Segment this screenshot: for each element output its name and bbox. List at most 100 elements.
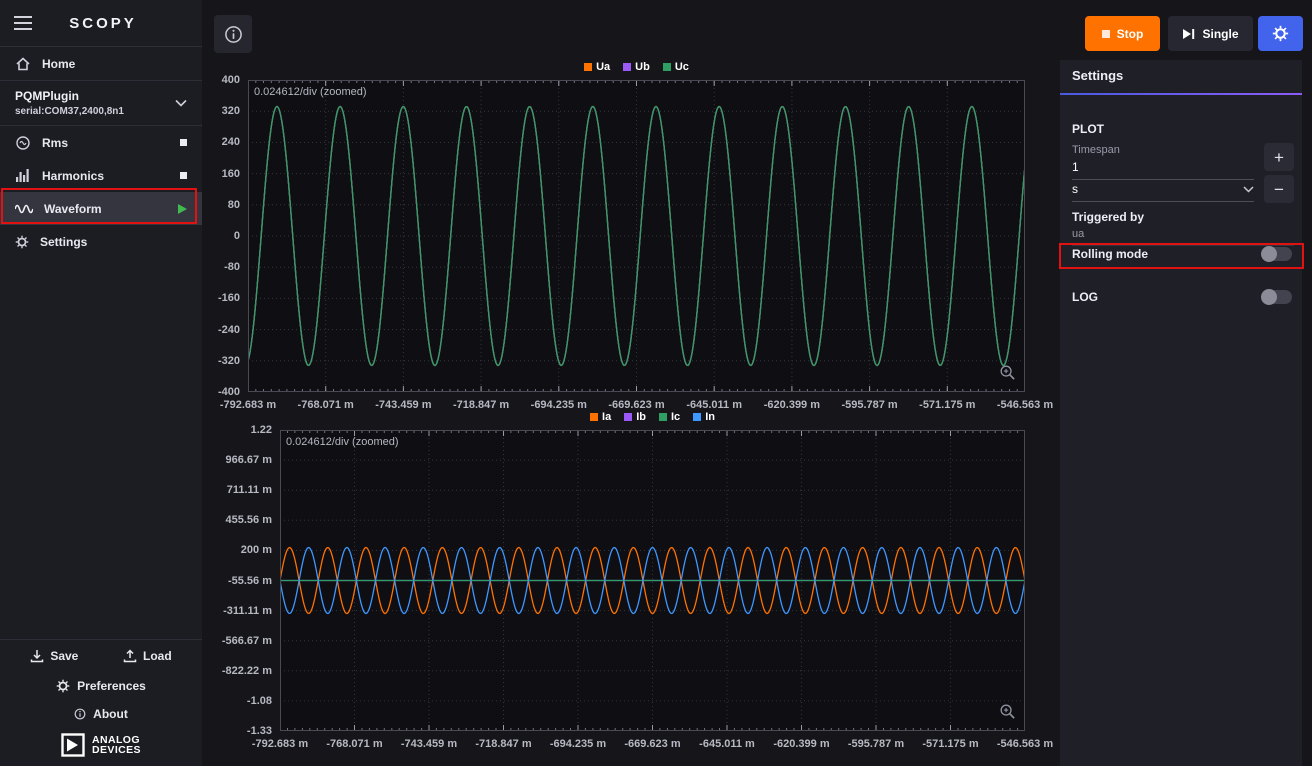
app-logo: SCOPY [32, 15, 174, 32]
y-axis-tick-label: 240 [210, 136, 240, 148]
sidebar-settings-label: Settings [40, 235, 87, 249]
info-button[interactable] [214, 15, 252, 53]
sidebar-item-settings[interactable]: Settings [0, 225, 202, 258]
plot-area [248, 80, 1025, 392]
voltage-chart: UaUbUc400320240160800-80-160-240-320-400… [210, 80, 1040, 420]
timespan-label: Timespan [1072, 144, 1120, 156]
x-axis-tick-label: -546.563 m [980, 399, 1070, 411]
load-button[interactable]: Load [123, 649, 172, 663]
timespan-decrement-button[interactable]: − [1264, 175, 1294, 203]
x-axis-tick-label: -645.011 m [669, 399, 759, 411]
rms-stopped-indicator[interactable] [180, 139, 187, 146]
load-icon [123, 649, 137, 663]
legend-item-Ua[interactable]: Ua [584, 61, 610, 73]
y-axis-tick-label: -320 [210, 355, 240, 367]
chevron-down-icon[interactable] [175, 99, 187, 107]
analog-devices-logo-mark [61, 733, 85, 757]
timespan-unit-select[interactable]: s [1072, 182, 1254, 202]
sidebar-item-waveform[interactable]: Waveform [0, 192, 202, 225]
timespan-increment-button[interactable]: + [1264, 143, 1294, 171]
panel-settings-button[interactable] [1258, 16, 1303, 51]
legend-item-Ic[interactable]: Ic [659, 411, 680, 423]
legend-item-Uc[interactable]: Uc [663, 61, 689, 73]
preferences-gear-icon [56, 679, 70, 693]
chart-legend: Ia Ib Ic In [280, 411, 1025, 423]
stop-button[interactable]: Stop [1085, 16, 1160, 51]
sidebar-header: SCOPY [0, 0, 202, 46]
legend-swatch [624, 413, 632, 421]
legend-swatch [693, 413, 701, 421]
plugin-name: PQMPlugin [15, 89, 124, 103]
legend-label: Ub [635, 61, 650, 73]
y-axis-tick-label: -1.08 [210, 695, 272, 707]
y-axis-tick-label: 200 m [210, 544, 272, 556]
rolling-mode-toggle[interactable] [1262, 247, 1292, 261]
sidebar-item-home[interactable]: Home [0, 47, 202, 80]
log-label: LOG [1072, 290, 1098, 304]
x-axis-tick-label: -718.847 m [436, 399, 526, 411]
sidebar-item-harmonics[interactable]: Harmonics [0, 159, 202, 192]
gear-icon [1272, 25, 1289, 42]
scale-annotation: 0.024612/div (zoomed) [286, 436, 399, 448]
select-chevron-icon [1243, 186, 1254, 193]
preferences-label: Preferences [77, 679, 146, 693]
sidebar-footer: Save Load Preferences Abou [0, 639, 202, 766]
analog-devices-logo: ANALOG DEVICES [0, 728, 202, 762]
legend-label: Ib [636, 411, 646, 423]
home-icon [15, 56, 31, 72]
menu-icon[interactable] [14, 16, 32, 30]
about-label: About [93, 707, 128, 721]
save-label: Save [50, 649, 78, 663]
zoom-icon[interactable] [999, 703, 1016, 725]
save-button[interactable]: Save [30, 649, 78, 663]
single-label: Single [1202, 27, 1238, 41]
legend-item-Ib[interactable]: Ib [624, 411, 646, 423]
harmonics-stopped-indicator[interactable] [180, 172, 187, 179]
legend-item-Ub[interactable]: Ub [623, 61, 650, 73]
sidebar-item-rms[interactable]: Rms [0, 126, 202, 159]
y-axis-tick-label: -240 [210, 324, 240, 336]
y-axis-tick-label: 160 [210, 168, 240, 180]
x-axis-tick-label: -571.175 m [902, 399, 992, 411]
current-chart: IaIbIcIn1.22966.67 m711.11 m455.56 m200 … [210, 430, 1040, 760]
legend-label: Ia [602, 411, 611, 423]
x-axis-tick-label: -694.235 m [514, 399, 604, 411]
y-axis-tick-label: -1.33 [210, 725, 272, 737]
single-run-icon [1182, 28, 1195, 40]
log-toggle[interactable] [1262, 290, 1292, 304]
rms-label: Rms [42, 136, 68, 150]
preferences-button[interactable]: Preferences [0, 672, 202, 700]
y-axis-tick-label: -566.67 m [210, 635, 272, 647]
sidebar-plugin-header[interactable]: PQMPlugin serial:COM37,2400,8n1 [0, 81, 202, 125]
zoom-icon[interactable] [999, 364, 1016, 386]
waveform-icon [15, 202, 33, 216]
x-axis-tick-label: -768.071 m [281, 399, 371, 411]
about-button[interactable]: About [0, 700, 202, 728]
y-axis-tick-label: 0 [210, 230, 240, 242]
x-axis-tick-label: -743.459 m [358, 399, 448, 411]
save-icon [30, 649, 44, 663]
timespan-input[interactable]: 1 [1072, 160, 1254, 180]
sidebar: SCOPY Home PQMPlugin serial:COM37,2400,8… [0, 0, 202, 766]
home-label: Home [42, 57, 75, 71]
y-axis-tick-label: 711.11 m [210, 484, 272, 496]
info-icon [224, 25, 243, 44]
legend-item-In[interactable]: In [693, 411, 715, 423]
single-button[interactable]: Single [1168, 16, 1253, 51]
y-axis-tick-label: -400 [210, 386, 240, 398]
toggle-knob [1261, 289, 1277, 305]
stop-icon [1102, 30, 1110, 38]
legend-swatch [584, 63, 592, 71]
x-axis-tick-label: -669.623 m [592, 399, 682, 411]
plugin-info: PQMPlugin serial:COM37,2400,8n1 [15, 89, 124, 117]
waveform-running-indicator[interactable] [178, 204, 187, 214]
x-axis-tick-label: -620.399 m [747, 399, 837, 411]
legend-item-Ia[interactable]: Ia [590, 411, 611, 423]
y-axis-tick-label: 400 [210, 74, 240, 86]
triggered-by-value[interactable]: ua [1072, 228, 1294, 246]
rolling-mode-label: Rolling mode [1072, 247, 1148, 261]
settings-gear-icon [15, 235, 29, 249]
y-axis-tick-label: 455.56 m [210, 514, 272, 526]
harmonics-label: Harmonics [42, 169, 104, 183]
toggle-knob [1261, 246, 1277, 262]
